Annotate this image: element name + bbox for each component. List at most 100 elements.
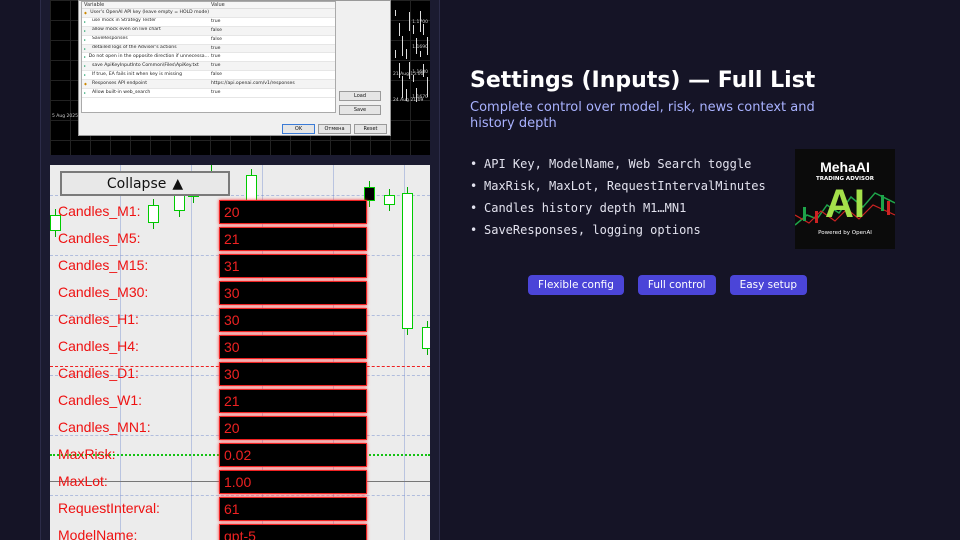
input-value-field[interactable]: 1.00: [219, 470, 367, 494]
input-value-field[interactable]: 0.02: [219, 443, 367, 467]
value-cell[interactable]: true: [209, 45, 335, 53]
inputs-panel-screenshot: Collapse ▲ Candles_M1: 20 Candles_M5: 21 Can…: [50, 165, 430, 540]
table-row[interactable]: ◆ Responses API endpoint https://api.opena…: [82, 80, 335, 90]
parameter-icon: ◆: [84, 81, 87, 87]
candle-body: [422, 327, 430, 349]
variable-text: User's OpenAI API key (leave empty = HOL…: [90, 9, 209, 15]
value-cell[interactable]: false: [209, 36, 335, 44]
input-value-field[interactable]: 21: [219, 227, 367, 251]
table-row[interactable]: ▸ save ApiKeyInputInto Common\Files\ApiKe…: [82, 62, 335, 72]
value-cell[interactable]: true: [209, 62, 335, 70]
value-cell[interactable]: true: [209, 53, 335, 61]
input-label: Candles_W1:: [58, 392, 143, 408]
slide-title: Settings (Inputs) — Full List: [470, 68, 816, 93]
table-header: Variable Value: [82, 2, 335, 9]
tag-flexible-config: Flexible config: [528, 275, 624, 295]
input-label: Candles_H4:: [58, 338, 139, 354]
parameter-icon: ▸: [84, 63, 86, 69]
slide: 1.1700 1.1690 1.1680 1.1670 5 Aug 2025 2…: [0, 0, 960, 540]
table-row[interactable]: ▸ use mock in Strategy Tester true: [82, 18, 335, 27]
load-button[interactable]: Load: [339, 91, 381, 101]
logo-title: MehaAI: [820, 159, 870, 175]
price-label: 1.1690: [412, 45, 428, 50]
variable-text: Do not open in the opposite direction if…: [88, 53, 209, 59]
cancel-button[interactable]: Отмена: [318, 124, 351, 134]
collapse-arrow-icon: ▲: [172, 175, 184, 192]
column-header-value: Value: [211, 2, 225, 8]
value-cell[interactable]: false: [209, 71, 335, 79]
ea-parameters-screenshot: 1.1700 1.1690 1.1680 1.1670 5 Aug 2025 2…: [50, 0, 430, 155]
save-button[interactable]: Save: [339, 105, 381, 115]
value-cell[interactable]: false: [209, 27, 335, 35]
reset-button[interactable]: Reset: [354, 124, 387, 134]
input-label: MaxRisk:: [58, 446, 116, 462]
variable-cell: ▸ detailed logs of the Adviser's actions: [82, 45, 209, 53]
input-value-field[interactable]: 30: [219, 362, 367, 386]
variable-cell: ◆ Responses API endpoint: [82, 80, 209, 88]
logo-mark: AI: [825, 182, 865, 226]
parameters-table: Variable Value ◆ User's OpenAI API key (l…: [81, 1, 336, 113]
feature-item: • API Key, ModelName, Web Search toggle: [470, 157, 752, 171]
collapse-button[interactable]: Collapse ▲: [60, 171, 230, 196]
input-label: Candles_M1:: [58, 203, 141, 219]
candle-wick: [395, 10, 396, 16]
input-label: RequestInterval:: [58, 500, 160, 516]
value-cell[interactable]: https://api.openai.com/v1/responses: [209, 80, 335, 88]
input-value-field[interactable]: 30: [219, 308, 367, 332]
candle-body: [402, 193, 413, 329]
feature-item: • SaveResponses, logging options: [470, 223, 701, 237]
variable-cell: ▸ save ApiKeyInputInto Common\Files\ApiKe…: [82, 62, 209, 70]
variable-text: use mock in Strategy Tester: [92, 18, 157, 24]
variable-text: Responses API endpoint: [92, 80, 148, 86]
feature-list: • API Key, ModelName, Web Search toggle •…: [470, 157, 766, 245]
candle-wick: [423, 24, 424, 35]
variable-cell: ▸ Allow built-in web_search: [82, 89, 209, 97]
variable-cell: ◆ User's OpenAI API key (leave empty = HO…: [82, 9, 209, 17]
ok-button[interactable]: OK: [282, 124, 315, 134]
table-row[interactable]: ▸ Allow built-in web_search true: [82, 89, 335, 98]
input-label: MaxLot:: [58, 473, 108, 489]
price-label: 1.1700: [412, 20, 428, 25]
logo-footer: Powered by OpenAI: [818, 230, 872, 236]
input-value-field[interactable]: 20: [219, 200, 367, 224]
input-label: Candles_D1:: [58, 365, 139, 381]
candle-wick: [405, 49, 407, 59]
input-label: Candles_H1:: [58, 311, 139, 327]
input-label: Candles_M30:: [58, 284, 149, 300]
date-label: 21 Aug 15:00: [393, 72, 424, 77]
input-value-field[interactable]: 30: [219, 335, 367, 359]
tag-full-control: Full control: [637, 275, 716, 295]
value-cell[interactable]: true: [209, 18, 335, 26]
input-value-field[interactable]: 31: [219, 254, 367, 278]
parameter-icon: ▸: [84, 54, 86, 60]
variable-cell: ▸ SaveResponses: [82, 36, 209, 44]
input-value-field[interactable]: 21: [219, 389, 367, 413]
variable-text: SaveResponses: [92, 36, 128, 42]
parameter-icon: ▸: [84, 45, 86, 51]
table-row[interactable]: ▸ If true, EA fails init when key is miss…: [82, 71, 335, 81]
parameter-icon: ▸: [84, 27, 86, 33]
table-row[interactable]: ▸ SaveResponses false: [82, 36, 335, 45]
input-value-field[interactable]: 30: [219, 281, 367, 305]
input-value-field[interactable]: 20: [219, 416, 367, 440]
variable-cell: ▸ Do not open in the opposite direction i…: [82, 53, 209, 61]
input-value-field[interactable]: gpt-5: [219, 524, 367, 540]
table-row[interactable]: ▸ detailed logs of the Adviser's actions t…: [82, 44, 335, 54]
candle-body: [148, 205, 159, 223]
variable-text: allow mock even on live chart: [92, 27, 161, 33]
value-cell[interactable]: [209, 9, 335, 17]
value-cell[interactable]: true: [209, 89, 335, 97]
variable-cell: ▸ use mock in Strategy Tester: [82, 18, 209, 26]
tag-row: Flexible config Full control Easy setup: [528, 275, 808, 295]
input-value-field[interactable]: 61: [219, 497, 367, 521]
candle-body: [384, 195, 395, 205]
date-label: 24 Aug 21:09: [393, 98, 424, 103]
collapse-label: Collapse: [106, 175, 167, 192]
table-row[interactable]: ◆ User's OpenAI API key (leave empty = HO…: [82, 9, 335, 18]
table-row[interactable]: ▸ allow mock even on live chart false: [82, 26, 335, 36]
variable-cell: ▸ If true, EA fails init when key is miss…: [82, 71, 209, 79]
table-row[interactable]: ▸ Do not open in the opposite direction i…: [82, 53, 335, 63]
candle-wick: [426, 77, 428, 97]
column-header-variable: Variable: [84, 2, 105, 8]
candle-body: [364, 187, 375, 201]
